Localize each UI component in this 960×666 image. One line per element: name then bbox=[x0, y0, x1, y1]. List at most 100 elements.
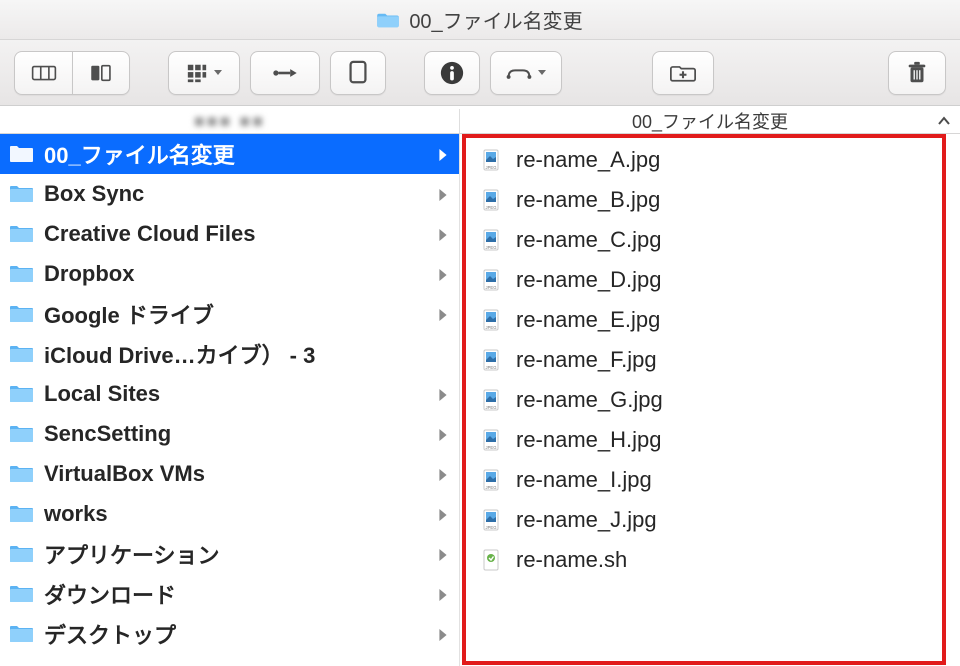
folder-row-label: works bbox=[44, 501, 108, 527]
quicklook-icon bbox=[345, 60, 371, 86]
chevron-right-icon bbox=[439, 381, 447, 407]
file-row-label: re-name_I.jpg bbox=[516, 467, 652, 493]
file-row-label: re-name_A.jpg bbox=[516, 147, 660, 173]
file-row[interactable]: re-name.sh bbox=[460, 540, 960, 580]
folder-row-label: Creative Cloud Files bbox=[44, 221, 256, 247]
folder-row[interactable]: Box Sync bbox=[0, 174, 459, 214]
folder-row[interactable]: Google ドライブ bbox=[0, 294, 459, 334]
finder-columns: 00_ファイル名変更 Box Sync Creative Cloud Files Dr… bbox=[0, 134, 960, 666]
file-row[interactable]: re-name_C.jpg bbox=[460, 220, 960, 260]
path-button[interactable] bbox=[490, 51, 562, 95]
file-row[interactable]: re-name_A.jpg bbox=[460, 140, 960, 180]
chevron-right-icon bbox=[439, 621, 447, 647]
chevron-right-icon bbox=[439, 581, 447, 607]
cc-icon bbox=[10, 224, 34, 244]
folder-row-label: Local Sites bbox=[44, 381, 160, 407]
folder-row[interactable]: Local Sites bbox=[0, 374, 459, 414]
new-folder-button[interactable] bbox=[652, 51, 714, 95]
chevron-right-icon bbox=[439, 541, 447, 567]
jpeg-file-icon bbox=[480, 148, 502, 172]
file-row-label: re-name_E.jpg bbox=[516, 307, 660, 333]
file-row[interactable]: re-name_D.jpg bbox=[460, 260, 960, 300]
file-row-label: re-name_D.jpg bbox=[516, 267, 662, 293]
file-row[interactable]: re-name_J.jpg bbox=[460, 500, 960, 540]
file-row[interactable]: re-name_F.jpg bbox=[460, 340, 960, 380]
folder-row[interactable]: VirtualBox VMs bbox=[0, 454, 459, 494]
chevron-right-icon bbox=[439, 501, 447, 527]
file-row[interactable]: re-name_B.jpg bbox=[460, 180, 960, 220]
chevron-right-icon bbox=[439, 261, 447, 287]
file-row[interactable]: re-name_G.jpg bbox=[460, 380, 960, 420]
file-row[interactable]: re-name_H.jpg bbox=[460, 420, 960, 460]
share-icon bbox=[272, 60, 298, 86]
folder-icon bbox=[10, 504, 34, 524]
chevron-down-icon bbox=[538, 70, 546, 75]
trash-button[interactable] bbox=[888, 51, 946, 95]
jpeg-file-icon bbox=[480, 308, 502, 332]
desktop-icon bbox=[10, 624, 34, 644]
getinfo-button[interactable] bbox=[424, 51, 480, 95]
folder-icon bbox=[10, 184, 34, 204]
right-pane[interactable]: re-name_A.jpg re-name_B.jpg re-name_C.jpgr… bbox=[460, 134, 960, 666]
shell-file-icon bbox=[480, 548, 502, 572]
left-pane[interactable]: 00_ファイル名変更 Box Sync Creative Cloud Files Dr… bbox=[0, 134, 460, 666]
window-title: 00_ファイル名変更 bbox=[409, 5, 582, 34]
view-gallery-button[interactable] bbox=[72, 51, 130, 95]
right-column-header[interactable]: 00_ファイル名変更 bbox=[460, 109, 960, 133]
left-column-header[interactable]: ■■■ ■■ bbox=[0, 109, 460, 133]
folder-row[interactable]: ダウンロード bbox=[0, 574, 459, 614]
new-folder-icon bbox=[670, 60, 696, 86]
jpeg-file-icon bbox=[480, 428, 502, 452]
file-row-label: re-name_C.jpg bbox=[516, 227, 662, 253]
trash-icon bbox=[904, 60, 930, 86]
quicklook-button[interactable] bbox=[330, 51, 386, 95]
folder-row-label: アプリケーション bbox=[44, 538, 220, 570]
downloads-icon bbox=[10, 584, 34, 604]
folder-row-label: Google ドライブ bbox=[44, 298, 214, 330]
jpeg-file-icon bbox=[480, 348, 502, 372]
window-titlebar: 00_ファイル名変更 bbox=[0, 0, 960, 40]
jpeg-file-icon bbox=[480, 188, 502, 212]
file-row[interactable]: re-name_I.jpg bbox=[460, 460, 960, 500]
folder-row-label: Dropbox bbox=[44, 261, 134, 287]
folder-icon bbox=[10, 144, 34, 164]
chevron-right-icon bbox=[439, 461, 447, 487]
chevron-right-icon bbox=[439, 301, 447, 327]
column-headers: ■■■ ■■ 00_ファイル名変更 bbox=[0, 106, 960, 134]
folder-row[interactable]: 00_ファイル名変更 bbox=[0, 134, 459, 174]
folder-row[interactable]: works bbox=[0, 494, 459, 534]
file-row-label: re-name_J.jpg bbox=[516, 507, 657, 533]
chevron-down-icon bbox=[214, 70, 222, 75]
jpeg-file-icon bbox=[480, 468, 502, 492]
gdrive-icon bbox=[10, 304, 34, 324]
chevron-right-icon bbox=[439, 421, 447, 447]
folder-row-label: ダウンロード bbox=[44, 578, 176, 610]
share-button[interactable] bbox=[250, 51, 320, 95]
jpeg-file-icon bbox=[480, 388, 502, 412]
arrange-button[interactable] bbox=[168, 51, 240, 95]
folder-icon bbox=[10, 424, 34, 444]
view-columns-button[interactable] bbox=[14, 51, 72, 95]
folder-row-label: VirtualBox VMs bbox=[44, 461, 205, 487]
jpeg-file-icon bbox=[480, 268, 502, 292]
file-row-label: re-name_B.jpg bbox=[516, 187, 660, 213]
folder-row-label: デスクトップ bbox=[44, 618, 176, 650]
sort-indicator-icon bbox=[938, 113, 950, 129]
info-icon bbox=[439, 60, 465, 86]
folder-icon bbox=[10, 464, 34, 484]
folder-row[interactable]: Dropbox bbox=[0, 254, 459, 294]
folder-row-label: 00_ファイル名変更 bbox=[44, 138, 235, 170]
folder-row[interactable]: アプリケーション bbox=[0, 534, 459, 574]
chevron-right-icon bbox=[439, 181, 447, 207]
gallery-view-icon bbox=[88, 60, 114, 86]
folder-row[interactable]: Creative Cloud Files bbox=[0, 214, 459, 254]
chevron-right-icon bbox=[439, 141, 447, 167]
view-mode-group bbox=[14, 51, 130, 95]
file-row[interactable]: re-name_E.jpg bbox=[460, 300, 960, 340]
file-row-label: re-name_G.jpg bbox=[516, 387, 663, 413]
folder-row[interactable]: iCloud Drive…カイブ） - 3 bbox=[0, 334, 459, 374]
folder-row[interactable]: SencSetting bbox=[0, 414, 459, 454]
path-icon bbox=[506, 60, 532, 86]
chevron-right-icon bbox=[439, 221, 447, 247]
folder-row[interactable]: デスクトップ bbox=[0, 614, 459, 654]
